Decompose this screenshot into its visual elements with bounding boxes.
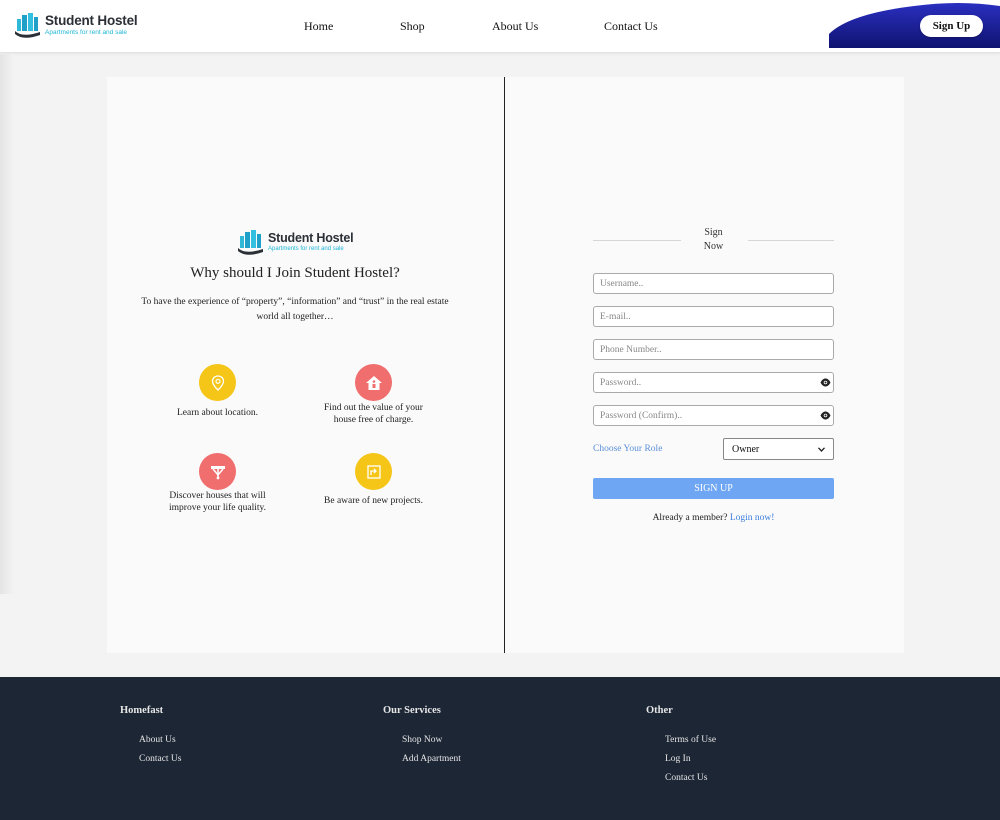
- feature-house-value-text: Find out the value of your house free of…: [324, 403, 423, 425]
- title-rule-left: [593, 240, 681, 241]
- chevron-down-icon: [818, 446, 825, 452]
- why-join-heading: Why should I Join Student Hostel?: [190, 265, 400, 281]
- show-confirm-password-icon[interactable]: [820, 411, 831, 420]
- signup-submit-button[interactable]: SIGN UP: [593, 478, 834, 499]
- chandelier-icon: [199, 453, 236, 490]
- site-footer: [0, 677, 1000, 820]
- feature-location-text: Learn about location.: [177, 408, 258, 418]
- left-edge-shadow: [0, 54, 14, 594]
- footer-heading-other: Other: [646, 705, 673, 716]
- location-pin-icon: [199, 364, 236, 401]
- building-logo-icon: [238, 230, 263, 255]
- role-selected-value: Owner: [732, 443, 760, 455]
- feature-quality-text: Discover houses that will improve your l…: [169, 491, 266, 513]
- member-text: Already a member?: [652, 513, 728, 523]
- form-title: Sign Now: [703, 227, 724, 252]
- feature-projects-text: Be aware of new projects.: [324, 496, 423, 506]
- show-password-icon[interactable]: [820, 378, 831, 387]
- login-link[interactable]: Login now!: [730, 513, 775, 523]
- nav-about-us[interactable]: About Us: [492, 19, 538, 34]
- footer-link-terms[interactable]: Terms of Use: [665, 735, 716, 745]
- nav-home[interactable]: Home: [304, 19, 333, 34]
- footer-link-contact-us[interactable]: Contact Us: [139, 754, 181, 764]
- footer-link-login[interactable]: Log In: [665, 754, 691, 764]
- footer-heading-homefast: Homefast: [120, 705, 164, 716]
- member-prompt: Already a member? Login now!: [593, 513, 834, 523]
- footer-heading-services: Our Services: [383, 705, 441, 716]
- signup-card: [107, 77, 904, 653]
- nav-shop[interactable]: Shop: [400, 19, 425, 34]
- username-input[interactable]: [593, 273, 834, 294]
- nav-contact-us[interactable]: Contact Us: [604, 19, 658, 34]
- role-select[interactable]: Owner: [723, 438, 834, 460]
- footer-link-shop-now[interactable]: Shop Now: [402, 735, 442, 745]
- panel-logo-subtitle: Apartments for rent and sale: [268, 246, 344, 253]
- password-confirm-input[interactable]: [593, 405, 834, 426]
- footer-link-contact[interactable]: Contact Us: [665, 773, 707, 783]
- house-value-icon: [355, 364, 392, 401]
- footer-link-add-apartment[interactable]: Add Apartment: [402, 754, 461, 764]
- panel-logo: Student Hostel Apartments for rent and s…: [237, 228, 354, 256]
- password-input[interactable]: [593, 372, 834, 393]
- card-divider: [504, 77, 505, 653]
- header-signup-button[interactable]: Sign Up: [920, 15, 983, 37]
- phone-input[interactable]: [593, 339, 834, 360]
- project-board-icon: [355, 453, 392, 490]
- panel-logo-title: Student Hostel: [268, 230, 354, 245]
- intro-text: To have the experience of “property”, “i…: [141, 297, 449, 322]
- role-label: Choose Your Role: [593, 444, 663, 454]
- title-rule-right: [748, 240, 834, 241]
- footer-link-about-us[interactable]: About Us: [139, 735, 176, 745]
- site-header: Student Hostel Apartments for rent and s…: [0, 0, 1000, 53]
- email-input[interactable]: [593, 306, 834, 327]
